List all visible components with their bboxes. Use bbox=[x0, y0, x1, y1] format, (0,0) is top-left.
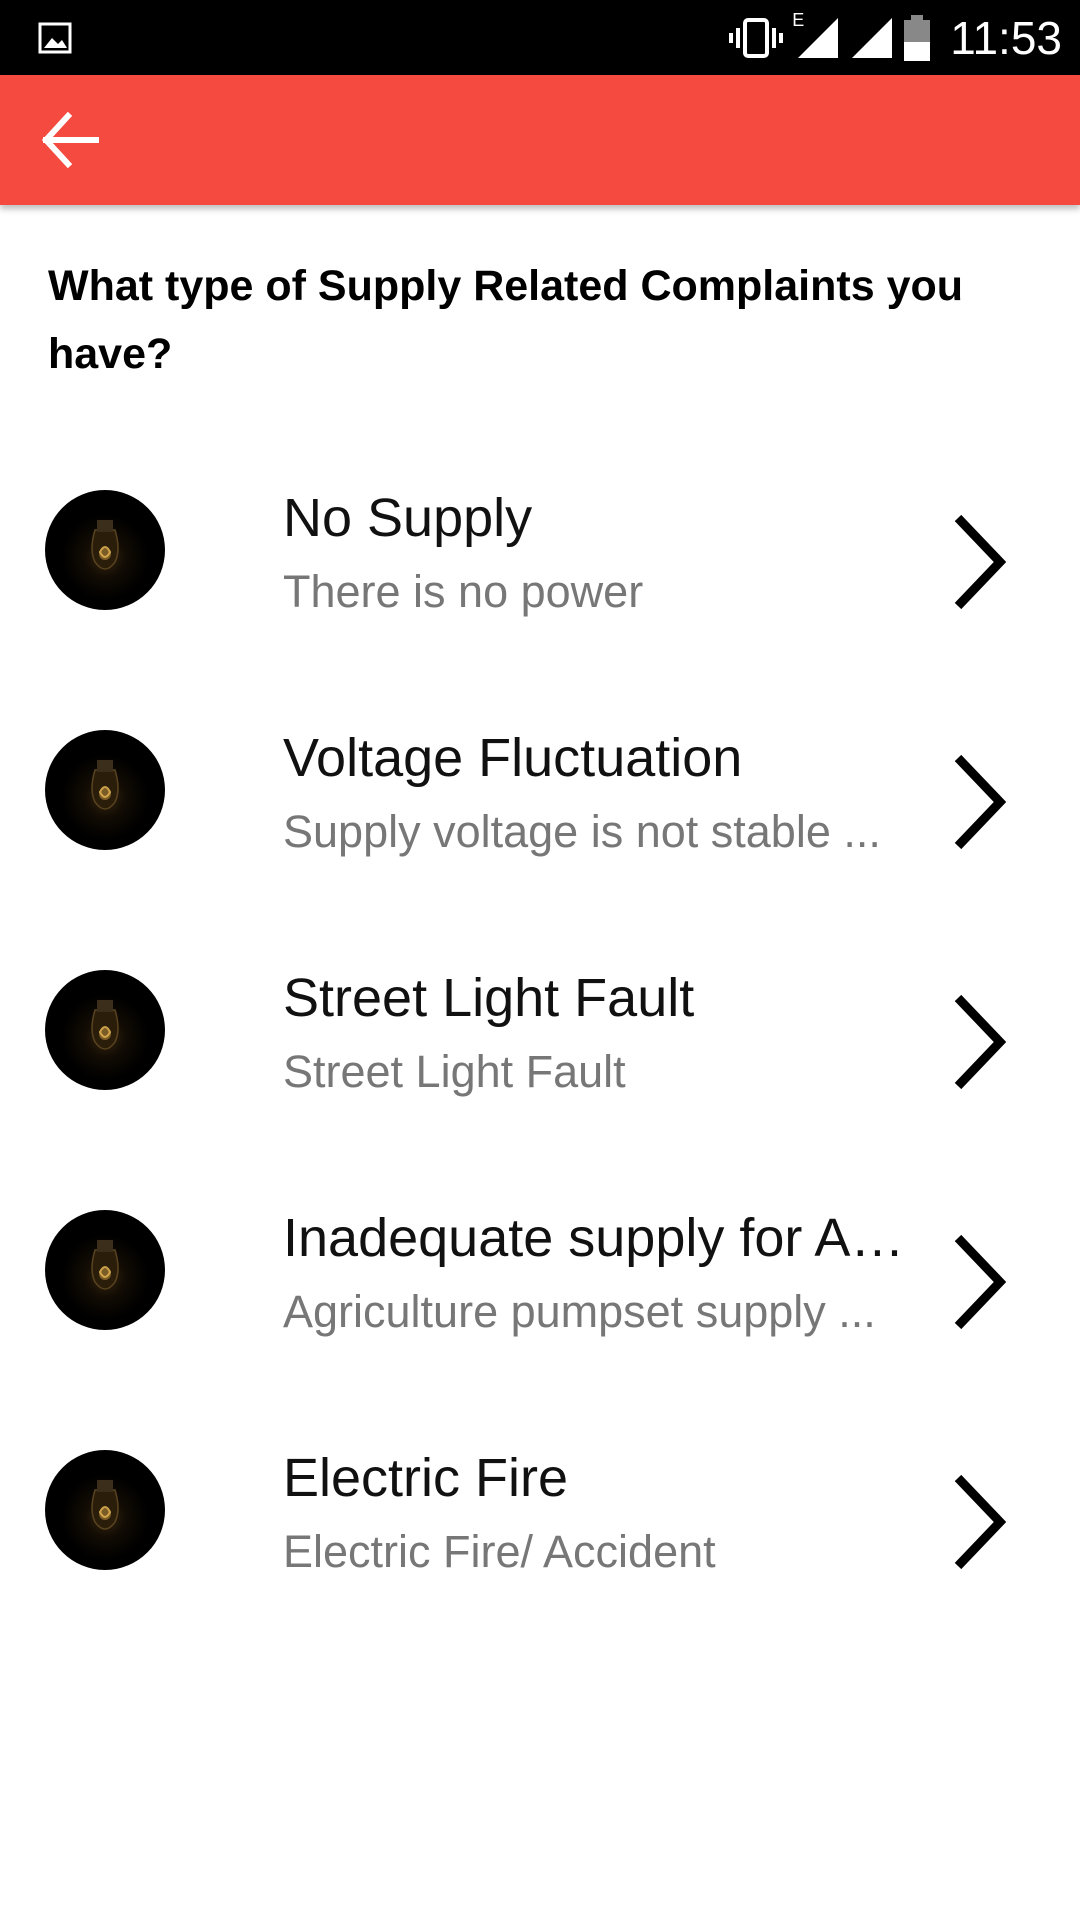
complaint-subtitle: Supply voltage is not stable ... bbox=[283, 806, 881, 857]
chevron-right-icon bbox=[954, 994, 1007, 1090]
complaint-item-electric-fire[interactable]: Electric Fire Electric Fire/ Accident bbox=[0, 1410, 1080, 1650]
complaint-title: Street Light Fault bbox=[283, 968, 695, 1028]
complaint-item-no-supply[interactable]: No Supply There is no power bbox=[0, 450, 1080, 690]
back-button[interactable] bbox=[30, 100, 110, 180]
complaint-title: Voltage Fluctuation bbox=[283, 728, 743, 788]
signal-icon bbox=[852, 17, 893, 58]
arrow-left-icon bbox=[41, 111, 99, 169]
complaint-item-inadequate-supply[interactable]: Inadequate supply for Ag... Agriculture … bbox=[0, 1170, 1080, 1410]
status-bar: E 11:53 bbox=[0, 0, 1080, 75]
complaint-subtitle: There is no power bbox=[283, 566, 644, 617]
complaint-title: No Supply bbox=[283, 488, 533, 548]
complaint-item-voltage-fluctuation[interactable]: Voltage Fluctuation Supply voltage is no… bbox=[0, 690, 1080, 930]
vibrate-icon bbox=[729, 17, 784, 58]
page-question: What type of Supply Related Complaints y… bbox=[48, 262, 964, 378]
gallery-notification-icon bbox=[38, 22, 72, 54]
chevron-right-icon bbox=[954, 754, 1007, 850]
signal-icon: E bbox=[792, 10, 840, 60]
complaint-list: No Supply There is no power Voltage Fluc… bbox=[0, 450, 1080, 1650]
status-time: 11:53 bbox=[950, 11, 1062, 64]
chevron-right-icon bbox=[954, 514, 1007, 610]
complaint-subtitle: Street Light Fault bbox=[283, 1046, 626, 1097]
status-icons: E 11:53 bbox=[728, 0, 1062, 75]
complaint-subtitle: Electric Fire/ Accident bbox=[283, 1526, 716, 1577]
chevron-right-icon bbox=[954, 1474, 1007, 1570]
complaint-title: Electric Fire bbox=[283, 1448, 569, 1508]
complaint-title: Inadequate supply for Ag... bbox=[283, 1208, 923, 1268]
light-bulb-icon bbox=[45, 730, 165, 850]
battery-icon bbox=[904, 14, 931, 61]
complaint-subtitle: Agriculture pumpset supply ... bbox=[283, 1286, 876, 1337]
light-bulb-icon bbox=[45, 1450, 165, 1570]
light-bulb-icon bbox=[45, 1210, 165, 1330]
light-bulb-icon bbox=[45, 970, 165, 1090]
light-bulb-icon bbox=[45, 490, 165, 610]
complaint-item-street-light-fault[interactable]: Street Light Fault Street Light Fault bbox=[0, 930, 1080, 1170]
app-bar bbox=[0, 75, 1080, 205]
chevron-right-icon bbox=[954, 1234, 1007, 1330]
